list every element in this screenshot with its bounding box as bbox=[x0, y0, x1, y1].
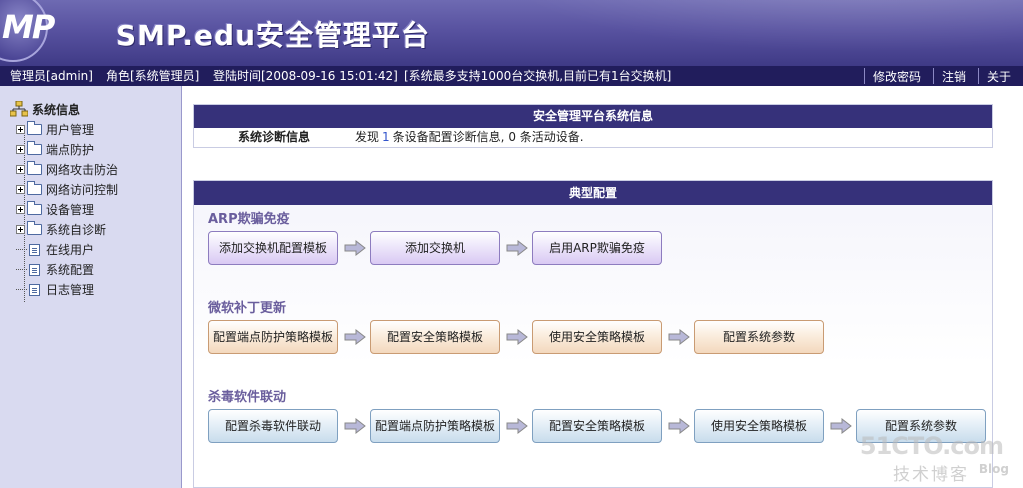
arrow-right-icon bbox=[506, 329, 528, 345]
sidebar-item-label[interactable]: 用户管理 bbox=[46, 123, 94, 137]
sidebar-item-label[interactable]: 在线用户 bbox=[46, 243, 94, 257]
arrow-right-icon bbox=[344, 418, 366, 434]
tree-connector bbox=[16, 289, 27, 290]
sidebar-item-label[interactable]: 网络访问控制 bbox=[46, 183, 118, 197]
logo: MP bbox=[0, 0, 55, 62]
system-info-panel: 安全管理平台系统信息 系统诊断信息 发现 1 条设备配置诊断信息, 0 条活动设备. bbox=[193, 104, 993, 148]
arrow-right-icon bbox=[830, 418, 852, 434]
folder-icon bbox=[27, 161, 42, 175]
nav-tree: 系统信息 用户管理 端点防护 网络攻击防治 网络访问控制 设备管理 系统自诊断 … bbox=[10, 100, 118, 302]
typical-config-panel: 典型配置 ARP欺骗免疫 微软补丁更新 杀毒软件联动 添加交换机配置模板 添加交… bbox=[193, 180, 993, 488]
step-enable-arp-immunity[interactable]: 启用ARP欺骗免疫 bbox=[532, 231, 662, 265]
sidebar-item-label[interactable]: 网络攻击防治 bbox=[46, 163, 118, 177]
expand-icon[interactable] bbox=[16, 225, 25, 234]
logo-text: MP bbox=[2, 8, 55, 46]
expand-icon[interactable] bbox=[16, 185, 25, 194]
system-info-title: 安全管理平台系统信息 bbox=[194, 105, 992, 128]
document-icon bbox=[29, 264, 40, 276]
sidebar-item-user-management[interactable]: 用户管理 bbox=[10, 120, 118, 140]
step-config-system-params[interactable]: 配置系统参数 bbox=[694, 320, 824, 354]
arrow-right-icon bbox=[506, 240, 528, 256]
sidebar-item-online-users[interactable]: 在线用户 bbox=[10, 240, 118, 260]
arrow-right-icon bbox=[506, 418, 528, 434]
sidebar-item-device-management[interactable]: 设备管理 bbox=[10, 200, 118, 220]
step-config-security-template[interactable]: 配置安全策略模板 bbox=[532, 409, 662, 443]
diagnosis-text-suffix: 条活动设备. bbox=[519, 130, 584, 144]
diagnosis-value: 发现 1 条设备配置诊断信息, 0 条活动设备. bbox=[355, 128, 584, 147]
step-use-security-template[interactable]: 使用安全策略模板 bbox=[532, 320, 662, 354]
step-config-security-template[interactable]: 配置安全策略模板 bbox=[370, 320, 500, 354]
sidebar-item-label[interactable]: 系统自诊断 bbox=[46, 223, 106, 237]
arrow-right-icon bbox=[344, 329, 366, 345]
folder-icon bbox=[27, 141, 42, 155]
tree-root-label[interactable]: 系统信息 bbox=[32, 103, 80, 117]
expand-icon[interactable] bbox=[16, 125, 25, 134]
sidebar-item-endpoint-protection[interactable]: 端点防护 bbox=[10, 140, 118, 160]
step-use-security-template[interactable]: 使用安全策略模板 bbox=[694, 409, 824, 443]
sidebar-item-label[interactable]: 日志管理 bbox=[46, 283, 94, 297]
active-device-count: 0 bbox=[508, 130, 516, 144]
switch-capacity-label: [系统最多支持1000台交换机,目前已有1台交换机] bbox=[404, 69, 672, 83]
typical-config-title: 典型配置 bbox=[194, 181, 992, 205]
folder-icon bbox=[27, 121, 42, 135]
sidebar-item-attack-prevention[interactable]: 网络攻击防治 bbox=[10, 160, 118, 180]
document-icon bbox=[29, 244, 40, 256]
step-config-antivirus-link[interactable]: 配置杀毒软件联动 bbox=[208, 409, 338, 443]
sidebar-item-system-config[interactable]: 系统配置 bbox=[10, 260, 118, 280]
step-add-switch-template[interactable]: 添加交换机配置模板 bbox=[208, 231, 338, 265]
sidebar-item-log-management[interactable]: 日志管理 bbox=[10, 280, 118, 300]
document-icon bbox=[29, 284, 40, 296]
change-password-link[interactable]: 修改密码 bbox=[863, 68, 933, 84]
sidebar-item-label[interactable]: 设备管理 bbox=[46, 203, 94, 217]
step-config-system-params[interactable]: 配置系统参数 bbox=[856, 409, 986, 443]
diagnosis-text-mid: 条设备配置诊断信息, bbox=[392, 130, 505, 144]
sidebar: 系统信息 用户管理 端点防护 网络攻击防治 网络访问控制 设备管理 系统自诊断 … bbox=[0, 86, 182, 488]
step-config-endpoint-template[interactable]: 配置端点防护策略模板 bbox=[208, 320, 338, 354]
tree-root[interactable]: 系统信息 bbox=[10, 100, 118, 120]
section-title-antivirus: 杀毒软件联动 bbox=[208, 390, 287, 405]
folder-icon bbox=[27, 221, 42, 235]
role-label: 角色[系统管理员] bbox=[106, 69, 200, 83]
main-content: 安全管理平台系统信息 系统诊断信息 发现 1 条设备配置诊断信息, 0 条活动设备.… bbox=[183, 86, 1023, 488]
about-link[interactable]: 关于 bbox=[977, 68, 1023, 84]
step-config-endpoint-template[interactable]: 配置端点防护策略模板 bbox=[370, 409, 500, 443]
diagnosis-text-prefix: 发现 bbox=[355, 130, 380, 144]
diagnosis-key: 系统诊断信息 bbox=[238, 130, 311, 144]
status-bar: 管理员[admin] 角色[系统管理员] 登陆时间[2008-09-16 15:… bbox=[0, 66, 1023, 86]
arrow-right-icon bbox=[668, 418, 690, 434]
section-title-patch: 微软补丁更新 bbox=[208, 301, 287, 316]
arrow-right-icon bbox=[344, 240, 366, 256]
org-tree-icon bbox=[10, 101, 28, 117]
header-links: 修改密码 注销 关于 bbox=[863, 68, 1023, 84]
step-add-switch[interactable]: 添加交换机 bbox=[370, 231, 500, 265]
login-time-label: 登陆时间[2008-09-16 15:01:42] bbox=[213, 69, 398, 83]
sidebar-item-access-control[interactable]: 网络访问控制 bbox=[10, 180, 118, 200]
sidebar-item-label[interactable]: 系统配置 bbox=[46, 263, 94, 277]
config-diagnosis-count[interactable]: 1 bbox=[379, 130, 393, 144]
folder-icon bbox=[27, 201, 42, 215]
sidebar-item-self-diagnosis[interactable]: 系统自诊断 bbox=[10, 220, 118, 240]
admin-user-label: 管理员[admin] bbox=[10, 69, 93, 83]
folder-icon bbox=[27, 181, 42, 195]
app-header: MP SMP.edu安全管理平台 bbox=[0, 0, 1023, 66]
tree-connector bbox=[16, 249, 27, 250]
sidebar-item-label[interactable]: 端点防护 bbox=[46, 143, 94, 157]
section-title-arp: ARP欺骗免疫 bbox=[208, 212, 290, 227]
logout-link[interactable]: 注销 bbox=[932, 68, 978, 84]
diagnosis-row: 系统诊断信息 发现 1 条设备配置诊断信息, 0 条活动设备. bbox=[194, 128, 992, 147]
expand-icon[interactable] bbox=[16, 165, 25, 174]
header-decoration bbox=[440, 0, 1023, 66]
arrow-right-icon bbox=[668, 329, 690, 345]
expand-icon[interactable] bbox=[16, 145, 25, 154]
expand-icon[interactable] bbox=[16, 205, 25, 214]
app-title: SMP.edu安全管理平台 bbox=[116, 19, 431, 52]
tree-connector bbox=[16, 269, 27, 270]
